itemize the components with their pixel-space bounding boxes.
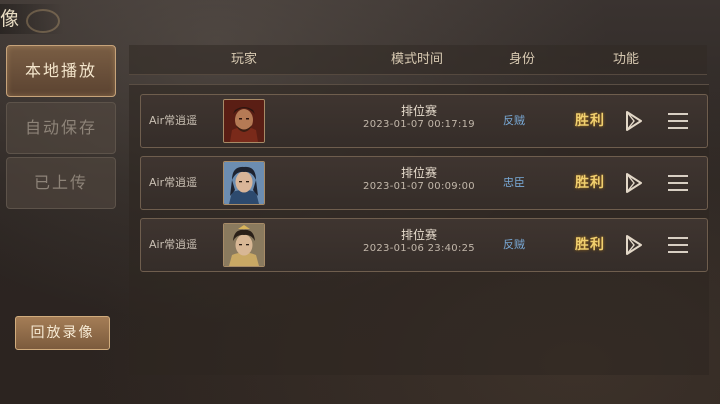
player-name: Air常逍遥: [149, 238, 198, 251]
record-row: Air常逍遥 排位赛 2023-01-07 00:09:00 忠臣 胜利: [140, 156, 708, 210]
hero-avatar: [223, 99, 265, 143]
hero-avatar: [223, 161, 265, 205]
record-row: Air常逍遥 排位赛 2023-01-07 00:17:19 反贼 胜利: [140, 94, 708, 148]
record-row: Air常逍遥 排位赛 2023-01-06 23:40:25 反贼 胜利: [140, 218, 708, 272]
role-label: 忠臣: [503, 176, 525, 189]
menu-list-icon[interactable]: [668, 174, 690, 192]
role-label: 反贼: [503, 114, 525, 127]
menu-list-icon[interactable]: [668, 112, 690, 130]
tab-label: 本地播放: [24, 61, 97, 80]
mode-label: 排位赛: [400, 166, 437, 180]
tab-label: 已上传: [33, 173, 88, 192]
record-time: 2023-01-07 00:09:00: [363, 181, 475, 192]
play-icon[interactable]: [624, 110, 644, 132]
column-role: 身份: [509, 52, 536, 67]
player-name: Air常逍遥: [149, 176, 198, 189]
result-badge: 胜利: [575, 175, 605, 191]
mode-label: 排位赛: [400, 228, 437, 242]
record-time: 2023-01-06 23:40:25: [363, 243, 475, 254]
record-time: 2023-01-07 00:17:19: [363, 119, 475, 130]
play-icon[interactable]: [624, 172, 644, 194]
menu-list-icon[interactable]: [668, 236, 690, 254]
result-badge: 胜利: [575, 237, 605, 253]
mode-label: 排位赛: [400, 104, 437, 118]
player-name: Air常逍遥: [149, 114, 198, 127]
window-title: 像: [0, 4, 64, 34]
title-ornament-icon: [26, 9, 60, 33]
hero-avatar: [223, 223, 265, 267]
play-icon[interactable]: [624, 234, 644, 256]
column-player: 玩家: [231, 52, 258, 67]
tab-auto-save[interactable]: 自动保存: [6, 102, 116, 154]
column-mode-time: 模式时间: [391, 52, 444, 67]
window-title-text: 像: [0, 8, 21, 30]
column-actions: 功能: [613, 52, 640, 67]
tab-label: 自动保存: [24, 118, 97, 137]
tab-uploaded[interactable]: 已上传: [6, 157, 116, 209]
list-header: 玩家 模式时间 身份 功能: [129, 45, 707, 75]
tab-local-playback[interactable]: 本地播放: [6, 45, 116, 97]
replay-button-label: 回放录像: [30, 325, 95, 341]
replay-recording-button[interactable]: 回放录像: [15, 316, 110, 350]
result-badge: 胜利: [575, 113, 605, 129]
role-label: 反贼: [503, 238, 525, 251]
